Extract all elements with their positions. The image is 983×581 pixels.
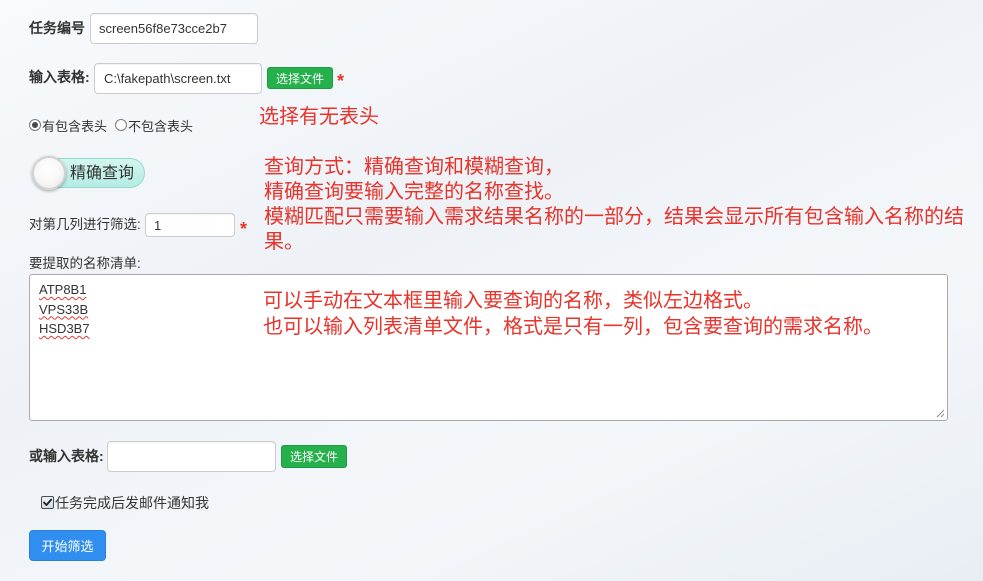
name-list-hint-annotation: 可以手动在文本框里输入要查询的名称，类似左边格式。 也可以输入列表清单文件，格式… (263, 288, 883, 340)
alt-table-label: 或输入表格: (29, 448, 104, 464)
choose-file-button[interactable]: 选择文件 (267, 67, 333, 89)
name-list-entry: ATP8B1 (39, 282, 87, 297)
filter-column-label: 对第几列进行筛选: (29, 217, 141, 232)
toggle-knob[interactable] (32, 156, 66, 190)
radio-circle[interactable] (29, 119, 41, 131)
alt-table-input[interactable] (107, 441, 276, 472)
annotation-line: 模糊匹配只需要输入需求结果名称的一部分，结果会显示所有包含输入名称的结果。 (264, 206, 964, 253)
radio-circle[interactable] (115, 119, 127, 131)
email-notify-checkbox[interactable] (41, 496, 54, 509)
alt-choose-file-button[interactable]: 选择文件 (281, 445, 347, 468)
annotation-line: 精确查询要输入完整的名称查找。 (264, 181, 564, 203)
radio-label: 有包含表头 (42, 118, 108, 134)
annotation-line: 查询方式：精确查询和模糊查询， (264, 156, 564, 178)
radio-no-header[interactable]: 不包含表头 (115, 117, 194, 134)
name-list-entry: HSD3B7 (39, 321, 90, 336)
radio-label: 不包含表头 (128, 118, 194, 134)
radio-has-header[interactable]: 有包含表头 (29, 117, 108, 134)
email-notify-label: 任务完成后发邮件通知我 (55, 495, 209, 511)
match-mode-toggle[interactable]: 精确查询 (32, 156, 146, 190)
annotation-line: 可以手动在文本框里输入要查询的名称，类似左边格式。 (263, 290, 763, 312)
toggle-label: 精确查询 (70, 163, 135, 182)
annotation-line: 也可以输入列表清单文件，格式是只有一列，包含要查询的需求名称。 (263, 316, 883, 338)
file-path-input[interactable] (94, 63, 262, 94)
task-id-label: 任务编号 (29, 20, 85, 36)
resize-grip-icon[interactable] (936, 409, 945, 418)
query-mode-annotation: 查询方式：精确查询和模糊查询， 精确查询要输入完整的名称查找。 模糊匹配只需要输… (264, 155, 974, 255)
checkmark-icon (43, 498, 53, 506)
task-id-input[interactable] (90, 13, 258, 44)
header-hint-annotation: 选择有无表头 (259, 106, 379, 128)
start-filter-button[interactable]: 开始筛选 (29, 530, 106, 561)
name-list-entry: VPS33B (39, 301, 89, 317)
required-mark: * (337, 71, 345, 91)
filter-column-input[interactable] (145, 213, 235, 237)
input-table-label: 输入表格: (29, 69, 90, 85)
name-list-label: 要提取的名称清单: (29, 256, 141, 271)
required-mark: * (240, 219, 248, 239)
